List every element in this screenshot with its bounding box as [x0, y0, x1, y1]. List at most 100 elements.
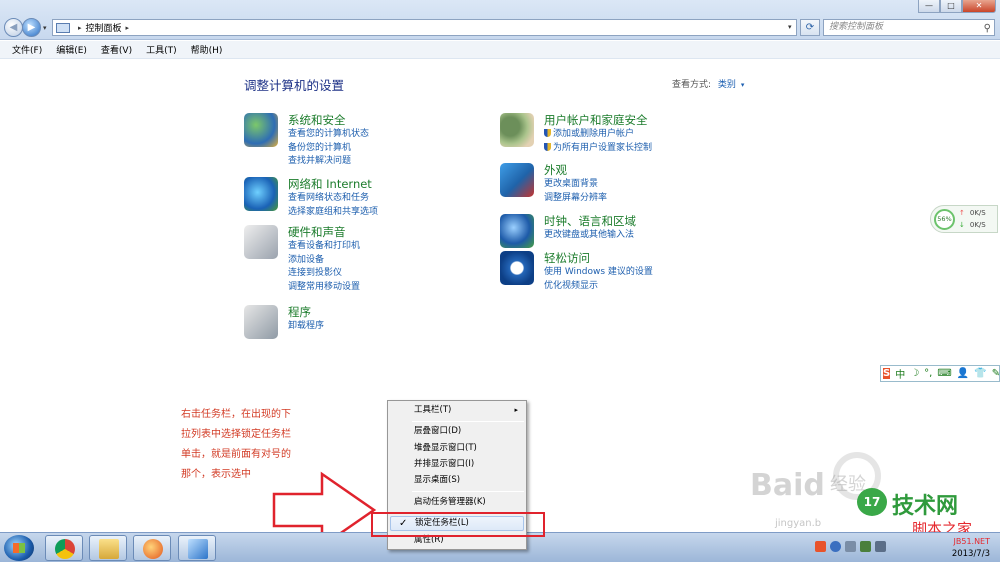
close-button[interactable]: ✕ — [962, 0, 996, 13]
forward-button[interactable]: ▶ — [22, 18, 41, 37]
link-add-device[interactable]: 添加设备 — [288, 254, 508, 268]
link-text[interactable]: 为所有用户设置家长控制 — [553, 143, 652, 153]
taskbar-clock[interactable]: JB51.NET 2013/7/3 — [905, 535, 990, 561]
link-uninstall[interactable]: 卸载程序 — [288, 320, 508, 334]
category-title[interactable]: 外观 — [544, 163, 764, 177]
menu-item-toolbars[interactable]: 工具栏(T) ▸ — [390, 403, 524, 418]
user-icon[interactable]: 👤 — [957, 368, 969, 379]
uac-shield-icon — [544, 142, 551, 151]
link-add-remove-user[interactable]: 添加或删除用户帐户 — [544, 128, 764, 142]
watermark-jb51-net: JB51.NET — [953, 537, 991, 546]
link-homegroup[interactable]: 选择家庭组和共享选项 — [288, 206, 508, 220]
category-title[interactable]: 用户帐户和家庭安全 — [544, 113, 764, 127]
taskbar-chrome-button[interactable] — [45, 535, 83, 561]
keyboard-icon[interactable]: ⌨ — [937, 368, 951, 379]
net-speed-widget[interactable]: 56% ↑ 0K/S ↓ 0K/S — [930, 205, 998, 233]
menu-tools[interactable]: 工具(T) — [146, 43, 177, 56]
network-globe-icon[interactable] — [244, 177, 278, 211]
menu-item-stack[interactable]: 堆叠显示窗口(T) — [390, 441, 524, 456]
category-title[interactable]: 轻松访问 — [544, 251, 764, 265]
view-by-dropdown[interactable]: 类别 — [718, 80, 736, 90]
chevron-down-icon[interactable]: ▾ — [741, 81, 745, 89]
link-backup[interactable]: 备份您的计算机 — [288, 142, 508, 156]
link-view-status[interactable]: 查看您的计算机状态 — [288, 128, 508, 142]
link-keyboard-input[interactable]: 更改键盘或其他输入法 — [544, 229, 764, 243]
printer-icon[interactable] — [244, 225, 278, 259]
taskbar-control-panel-button[interactable] — [178, 535, 216, 561]
link-projector[interactable]: 连接到投影仪 — [288, 267, 508, 281]
link-text[interactable]: 添加或删除用户帐户 — [553, 129, 634, 139]
link-network-status[interactable]: 查看网络状态和任务 — [288, 192, 508, 206]
punctuation-icon[interactable]: °, — [924, 368, 932, 379]
security-shield-icon[interactable] — [244, 113, 278, 147]
watermark-url: jingyan.b — [775, 518, 822, 529]
tray-sogou-icon[interactable] — [815, 541, 826, 552]
title-bar: — □ ✕ ◀ ▶ ▾ ▸ 控制面板 ▸ ▾ ⟳ 搜索控制面板 ⚲ — [0, 0, 1000, 40]
link-parental-controls[interactable]: 为所有用户设置家长控制 — [544, 142, 764, 156]
watermark-baidu: Baid — [750, 468, 825, 503]
chrome-icon — [55, 539, 75, 559]
link-desktop-background[interactable]: 更改桌面背景 — [544, 178, 764, 192]
link-mobility[interactable]: 调整常用移动设置 — [288, 281, 508, 295]
category-title[interactable]: 时钟、语言和区域 — [544, 214, 764, 228]
tray-volume-icon[interactable] — [875, 541, 886, 552]
category-title[interactable]: 系统和安全 — [288, 113, 508, 127]
menu-help[interactable]: 帮助(H) — [191, 43, 223, 56]
menu-item-side-by-side[interactable]: 并排显示窗口(I) — [390, 457, 524, 472]
refresh-button[interactable]: ⟳ — [800, 19, 820, 36]
sogou-logo-icon[interactable]: S — [883, 368, 891, 379]
moon-icon[interactable]: ☽ — [910, 368, 919, 379]
taskbar-explorer-button[interactable] — [89, 535, 127, 561]
search-placeholder: 搜索控制面板 — [829, 22, 884, 32]
menu-item-cascade[interactable]: 层叠窗口(D) — [390, 424, 524, 439]
start-button[interactable] — [4, 535, 34, 561]
chinese-mode-icon[interactable]: 中 — [895, 366, 905, 381]
menu-view[interactable]: 查看(V) — [101, 43, 132, 56]
maximize-button[interactable]: □ — [940, 0, 962, 13]
tray-help-icon[interactable] — [830, 541, 841, 552]
link-recommended-settings[interactable]: 使用 Windows 建议的设置 — [544, 266, 764, 280]
clock-globe-icon[interactable] — [500, 214, 534, 248]
menu-file[interactable]: 文件(F) — [12, 43, 42, 56]
link-troubleshoot[interactable]: 查找并解决问题 — [288, 155, 508, 169]
taskbar-app-button[interactable] — [133, 535, 171, 561]
menu-item-task-manager[interactable]: 启动任务管理器(K) — [390, 495, 524, 510]
menu-divider — [412, 421, 524, 422]
menu-item-show-desktop[interactable]: 显示桌面(S) — [390, 473, 524, 488]
search-input[interactable]: 搜索控制面板 ⚲ — [823, 19, 995, 36]
skin-icon[interactable]: 👕 — [974, 368, 986, 379]
link-devices-printers[interactable]: 查看设备和打印机 — [288, 240, 508, 254]
address-dropdown-icon[interactable]: ▾ — [788, 23, 792, 31]
breadcrumb-separator-icon[interactable]: ▸ — [78, 24, 82, 32]
programs-box-icon[interactable] — [244, 305, 278, 339]
breadcrumb-separator-icon[interactable]: ▸ — [126, 24, 130, 32]
page-title: 调整计算机的设置 — [244, 78, 345, 93]
ease-of-access-icon[interactable] — [500, 251, 534, 285]
appearance-monitor-icon[interactable] — [500, 163, 534, 197]
recent-pages-dropdown-icon[interactable]: ▾ — [43, 24, 47, 32]
link-resolution[interactable]: 调整屏幕分辨率 — [544, 192, 764, 206]
link-optimize-display[interactable]: 优化视频显示 — [544, 280, 764, 294]
tray-settings-icon[interactable] — [845, 541, 856, 552]
download-speed-value: 0K/S — [969, 221, 986, 229]
upload-speed-value: 0K/S — [969, 209, 986, 217]
users-icon[interactable] — [500, 113, 534, 147]
address-bar[interactable]: ▸ 控制面板 ▸ — [52, 19, 797, 36]
uac-shield-icon — [544, 129, 551, 137]
upload-speed: ↑ 0K/S — [959, 209, 986, 217]
clock-date: 2013/7/3 — [951, 549, 990, 559]
menu-edit[interactable]: 编辑(E) — [56, 43, 87, 56]
tray-network-icon[interactable] — [860, 541, 871, 552]
category-title[interactable]: 网络和 Internet — [288, 177, 508, 191]
breadcrumb-control-panel[interactable]: 控制面板 — [86, 21, 122, 34]
chevron-right-icon: ▸ — [514, 406, 518, 414]
window-controls: — □ ✕ — [918, 0, 996, 14]
category-title[interactable]: 硬件和声音 — [288, 225, 508, 239]
tools-icon[interactable]: ✎ — [992, 368, 1000, 379]
arrow-down-icon: ↓ — [959, 221, 965, 229]
category-title[interactable]: 程序 — [288, 305, 508, 319]
search-icon[interactable]: ⚲ — [984, 21, 991, 36]
back-button[interactable]: ◀ — [4, 18, 23, 37]
minimize-button[interactable]: — — [918, 0, 940, 13]
watermark-17-logo: 17 — [857, 488, 887, 516]
